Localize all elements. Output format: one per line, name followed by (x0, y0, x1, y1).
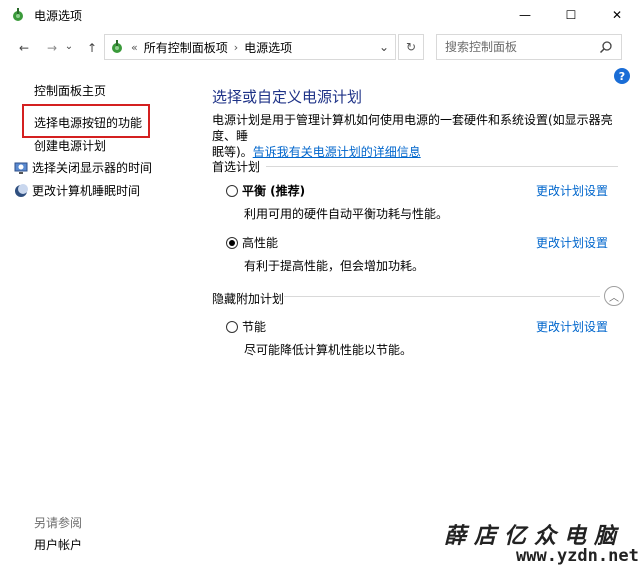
change-plan-settings-link[interactable]: 更改计划设置 (536, 318, 608, 335)
collapse-chevron-icon[interactable]: ︿ (604, 286, 624, 306)
plan-name[interactable]: 平衡 (推荐) (242, 182, 305, 199)
plan-high-performance-radio[interactable] (226, 236, 238, 249)
address-dropdown-icon[interactable]: ⌄ (379, 40, 389, 54)
divider (284, 296, 600, 297)
breadcrumb-all-items[interactable]: 所有控制面板项 (144, 39, 228, 56)
sidebar-item-label[interactable]: 更改计算机睡眠时间 (32, 182, 140, 199)
breadcrumb-power-options[interactable]: 电源选项 (244, 39, 292, 56)
address-bar[interactable]: « 所有控制面板项 › 电源选项 ⌄ (104, 34, 396, 60)
plan-balanced: 平衡 (推荐) 利用可用的硬件自动平衡功耗与性能。 (226, 182, 448, 222)
watermark-url: www.yzdn.net (516, 546, 639, 566)
sidebar-item-create-plan[interactable]: 创建电源计划 (34, 137, 106, 154)
display-clock-icon (14, 162, 28, 174)
moon-icon (15, 183, 28, 197)
window-controls: — ☐ ✕ (502, 0, 640, 30)
change-plan-settings-link[interactable]: 更改计划设置 (536, 234, 608, 251)
plan-description: 尽可能降低计算机性能以节能。 (244, 343, 413, 357)
search-box[interactable] (436, 34, 622, 60)
search-input[interactable] (445, 40, 595, 54)
refresh-button[interactable]: ↻ (398, 34, 424, 60)
sidebar-item-display-off[interactable]: 选择关闭显示器的时间 (14, 159, 152, 176)
plan-balanced-radio[interactable] (226, 184, 238, 197)
plan-high-performance: 高性能 有利于提高性能，但会增加功耗。 (226, 234, 424, 274)
up-button[interactable]: ↑ (80, 36, 104, 60)
hidden-plans-heading[interactable]: 隐藏附加计划 (212, 290, 284, 307)
forward-button[interactable]: → (40, 36, 64, 60)
page-description: 电源计划是用于管理计算机如何使用电源的一套硬件和系统设置(如显示器亮度、睡 眠等… (212, 112, 622, 160)
user-accounts-link[interactable]: 用户帐户 (34, 536, 82, 553)
sidebar-item-label[interactable]: 选择关闭显示器的时间 (32, 159, 152, 176)
highlight-box (22, 104, 150, 138)
help-icon[interactable]: ? (614, 68, 630, 84)
power-options-icon (112, 40, 122, 53)
plan-description: 有利于提高性能，但会增加功耗。 (244, 259, 425, 273)
divider (266, 166, 618, 167)
preferred-plans-heading: 首选计划 (212, 160, 261, 174)
description-text: 电源计划是用于管理计算机如何使用电源的一套硬件和系统设置(如显示器亮度、睡 (212, 113, 613, 143)
close-button[interactable]: ✕ (594, 0, 640, 30)
plan-description: 利用可用的硬件自动平衡功耗与性能。 (244, 207, 449, 221)
breadcrumb-separator-icon[interactable]: › (234, 41, 238, 54)
power-options-icon (13, 8, 23, 21)
plan-name[interactable]: 高性能 (242, 234, 278, 251)
search-icon[interactable] (599, 40, 613, 54)
minimize-button[interactable]: — (502, 0, 548, 30)
plan-power-saver-radio[interactable] (226, 320, 238, 333)
plan-power-saver: 节能 尽可能降低计算机性能以节能。 (226, 318, 412, 358)
back-button[interactable]: ← (12, 36, 36, 60)
recent-locations-button[interactable]: ⌄ (62, 34, 76, 58)
see-also-heading: 另请参阅 (34, 516, 83, 530)
window-title: 电源选项 (34, 8, 83, 23)
sidebar-item-sleep-time[interactable]: 更改计算机睡眠时间 (14, 182, 140, 199)
page-title: 选择或自定义电源计划 (212, 88, 363, 106)
description-text-end: 眠等)。 (212, 145, 253, 159)
learn-more-link[interactable]: 告诉我有关电源计划的详细信息 (253, 145, 421, 159)
control-panel-home-link[interactable]: 控制面板主页 (34, 82, 106, 99)
overflow-chevron-icon[interactable]: « (131, 41, 138, 54)
plan-name[interactable]: 节能 (242, 318, 266, 335)
maximize-button[interactable]: ☐ (548, 0, 594, 30)
navigation-bar: ← → ⌄ ↑ « 所有控制面板项 › 电源选项 ⌄ ↻ (0, 30, 640, 66)
change-plan-settings-link[interactable]: 更改计划设置 (536, 182, 608, 199)
left-sidebar: 控制面板主页 选择电源按钮的功能 创建电源计划 选择关闭显示器的时间 更改计算机… (0, 66, 200, 577)
title-bar: 电源选项 — ☐ ✕ (0, 0, 640, 30)
